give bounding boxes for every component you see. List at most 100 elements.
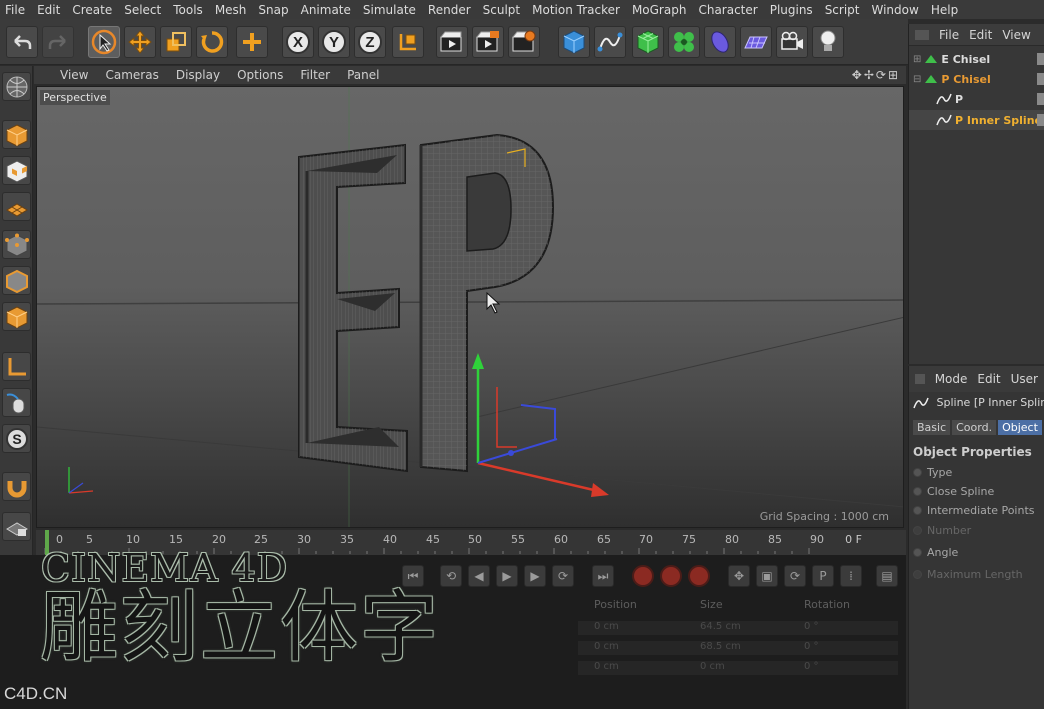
property-intermediate-points[interactable]: Intermediate Points	[913, 504, 1035, 517]
record-parameter-button[interactable]: P	[812, 565, 834, 587]
menu-animate[interactable]: Animate	[296, 3, 358, 17]
tweak-mode-button[interactable]	[2, 388, 31, 417]
animate-dot-icon[interactable]	[913, 487, 922, 496]
edges-mode-button[interactable]	[2, 266, 31, 295]
animate-dot-icon[interactable]	[913, 548, 922, 557]
om-menu-view[interactable]: View	[998, 28, 1036, 42]
size-x-field[interactable]: 64.5 cm	[700, 621, 741, 632]
rotation-b-field[interactable]: 0 °	[804, 661, 819, 672]
am-menu-mode[interactable]: Mode	[931, 372, 974, 386]
record-scale-button[interactable]: ▣	[756, 565, 778, 587]
menu-render[interactable]: Render	[423, 3, 478, 17]
record-keys-button[interactable]	[632, 565, 654, 587]
tab-coord[interactable]: Coord.	[952, 420, 997, 435]
play-button[interactable]: ▶	[496, 565, 518, 587]
panel-grip-icon[interactable]	[915, 29, 929, 40]
object-visibility-toggle[interactable]	[1037, 114, 1044, 126]
size-y-field[interactable]: 68.5 cm	[700, 641, 741, 652]
viewport-menu-view[interactable]: View	[34, 68, 97, 82]
viewport-menu-panel[interactable]: Panel	[339, 68, 388, 82]
viewport-navigation-icons[interactable]: ✥✢⟳⊞	[852, 68, 900, 82]
menu-select[interactable]: Select	[119, 3, 168, 17]
redo-button[interactable]	[42, 26, 74, 58]
render-picture-viewer-button[interactable]	[472, 26, 504, 58]
viewport-menu-cameras[interactable]: Cameras	[97, 68, 167, 82]
render-settings-button[interactable]	[508, 26, 540, 58]
model-mode-button[interactable]	[2, 72, 31, 101]
position-x-field[interactable]: 0 cm	[594, 621, 619, 632]
rotation-p-field[interactable]: 0 °	[804, 641, 819, 652]
undo-button[interactable]	[6, 26, 38, 58]
am-menu-edit[interactable]: Edit	[973, 372, 1006, 386]
z-axis-lock-button[interactable]: Z	[354, 26, 386, 58]
perspective-viewport[interactable]: Perspective Grid Spacing : 1000 cm	[36, 86, 904, 528]
panel-grip-icon[interactable]	[915, 374, 925, 384]
viewport-menu-filter[interactable]: Filter	[292, 68, 339, 82]
subdivision-button[interactable]	[632, 26, 664, 58]
animate-dot-icon[interactable]	[913, 506, 922, 515]
deformer-button[interactable]	[704, 26, 736, 58]
tree-expand-icon[interactable]: ⊞	[913, 54, 921, 65]
menu-snap[interactable]: Snap	[253, 3, 295, 17]
scheme-button[interactable]: ▤	[876, 565, 898, 587]
record-pla-button[interactable]: ⁞	[840, 565, 862, 587]
menu-file[interactable]: File	[0, 3, 32, 17]
next-key-button[interactable]: ⟳	[552, 565, 574, 587]
position-y-field[interactable]: 0 cm	[594, 641, 619, 652]
workplane-lock-button[interactable]	[2, 512, 31, 541]
prev-key-button[interactable]: ⟲	[440, 565, 462, 587]
coordinate-system-button[interactable]	[392, 26, 424, 58]
menu-tools[interactable]: Tools	[168, 3, 210, 17]
menu-help[interactable]: Help	[926, 3, 965, 17]
rotate-button[interactable]	[196, 26, 228, 58]
tab-basic[interactable]: Basic	[913, 420, 951, 435]
record-position-button[interactable]: ✥	[728, 565, 750, 587]
cube-button[interactable]	[558, 26, 590, 58]
next-frame-button[interactable]: ▶	[524, 565, 546, 587]
om-menu-edit[interactable]: Edit	[965, 28, 998, 42]
menu-create[interactable]: Create	[67, 3, 119, 17]
am-menu-user[interactable]: User	[1007, 372, 1044, 386]
add-button[interactable]	[236, 26, 268, 58]
object-mode-button[interactable]	[2, 120, 31, 149]
menu-sculpt[interactable]: Sculpt	[478, 3, 527, 17]
goto-end-button[interactable]: ⏭	[592, 565, 614, 587]
menu-character[interactable]: Character	[693, 3, 764, 17]
viewport-camera-label[interactable]: Perspective	[40, 90, 110, 105]
autokey-button[interactable]	[660, 565, 682, 587]
keyframe-selection-button[interactable]	[688, 565, 710, 587]
prev-frame-button[interactable]: ◀	[468, 565, 490, 587]
light-button[interactable]	[812, 26, 844, 58]
viewport-menu-display[interactable]: Display	[168, 68, 229, 82]
snapping-button[interactable]: S	[2, 424, 31, 453]
object-row-p-chisel[interactable]: ⊟ P Chisel	[909, 69, 1044, 89]
texture-mode-button[interactable]	[2, 156, 31, 185]
menu-simulate[interactable]: Simulate	[358, 3, 423, 17]
floor-button[interactable]	[740, 26, 772, 58]
om-menu-file[interactable]: File	[935, 28, 965, 42]
menu-plugins[interactable]: Plugins	[765, 3, 820, 17]
menu-motion-tracker[interactable]: Motion Tracker	[527, 3, 627, 17]
axis-mode-button[interactable]	[2, 352, 31, 381]
camera-button[interactable]	[776, 26, 808, 58]
tree-collapse-icon[interactable]: ⊟	[913, 74, 921, 85]
object-row-p-inner-spline[interactable]: P Inner Spline	[909, 110, 1044, 130]
polygons-mode-button[interactable]	[2, 302, 31, 331]
position-z-field[interactable]: 0 cm	[594, 661, 619, 672]
object-row-p[interactable]: P	[909, 89, 1044, 109]
pen-spline-button[interactable]	[594, 26, 626, 58]
cloner-button[interactable]	[668, 26, 700, 58]
workplane-mode-button[interactable]	[2, 192, 31, 221]
size-z-field[interactable]: 0 cm	[700, 661, 725, 672]
property-type[interactable]: Type	[913, 466, 952, 479]
animate-dot-icon[interactable]	[913, 468, 922, 477]
move-button[interactable]	[124, 26, 156, 58]
record-rotation-button[interactable]: ⟳	[784, 565, 806, 587]
scale-button[interactable]	[160, 26, 192, 58]
property-angle[interactable]: Angle	[913, 546, 958, 559]
menu-script[interactable]: Script	[820, 3, 867, 17]
points-mode-button[interactable]	[2, 230, 31, 259]
property-close-spline[interactable]: Close Spline	[913, 485, 994, 498]
y-axis-lock-button[interactable]: Y	[318, 26, 350, 58]
rotation-h-field[interactable]: 0 °	[804, 621, 819, 632]
